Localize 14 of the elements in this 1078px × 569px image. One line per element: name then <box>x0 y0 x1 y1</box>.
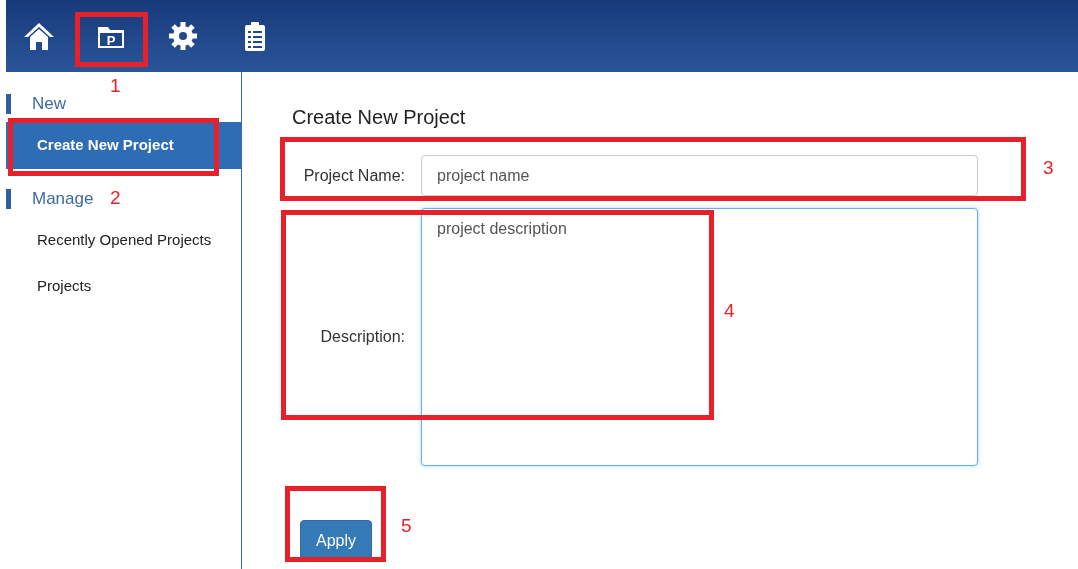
sidebar-item[interactable]: Recently Opened Projects <box>6 216 241 263</box>
sidebar-item[interactable]: Projects <box>6 263 241 310</box>
name-field[interactable]: project name <box>421 155 978 196</box>
annotation-number: 4 <box>724 301 735 320</box>
gear-icon[interactable] <box>166 19 200 53</box>
annotation-number: 3 <box>1043 158 1054 177</box>
annotation-number: 1 <box>110 76 121 95</box>
form-title: Create New Project <box>292 105 467 129</box>
field-label: Description: <box>319 327 405 347</box>
field-label: Project Name: <box>302 165 405 186</box>
annotation-number: 5 <box>401 516 412 535</box>
section-heading: New <box>6 94 241 114</box>
annotation-number: 2 <box>110 188 121 207</box>
sidebar-item[interactable]: Create New Project <box>6 122 241 169</box>
